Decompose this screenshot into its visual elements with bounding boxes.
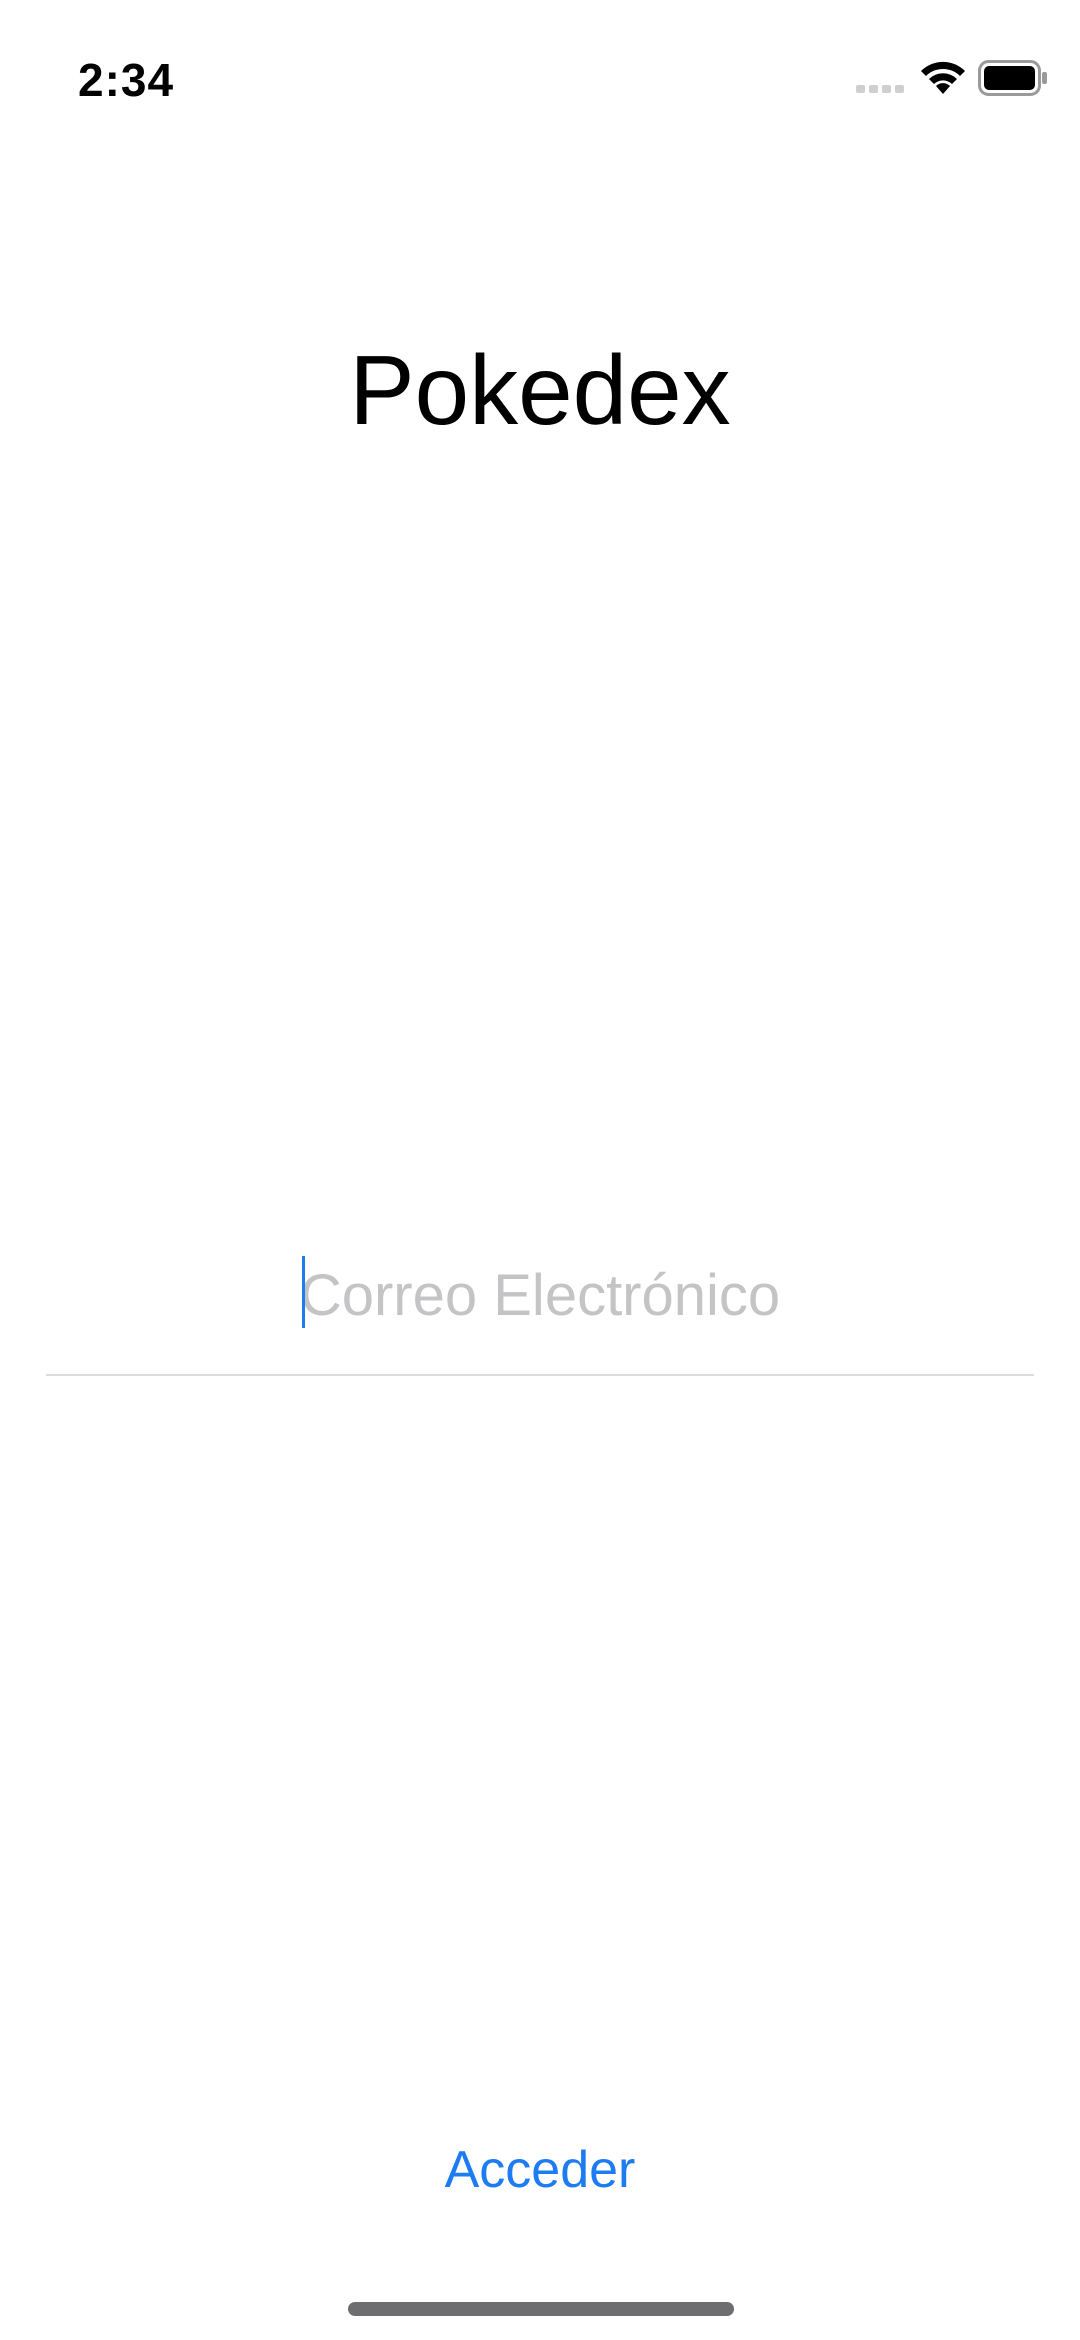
app-title: Pokedex xyxy=(349,335,731,445)
email-field[interactable] xyxy=(46,1240,1034,1350)
login-button[interactable]: Acceder xyxy=(340,2130,740,2210)
home-indicator[interactable] xyxy=(348,2302,734,2316)
wifi-icon xyxy=(921,61,965,94)
status-time: 2:34 xyxy=(78,54,175,106)
text-cursor xyxy=(302,1256,305,1328)
login-screen: 2:34 Pokedex Acceder xyxy=(0,0,1080,2340)
cellular-signal-icon xyxy=(856,85,904,93)
battery-icon xyxy=(978,60,1047,96)
email-field-container xyxy=(46,1240,1034,1376)
